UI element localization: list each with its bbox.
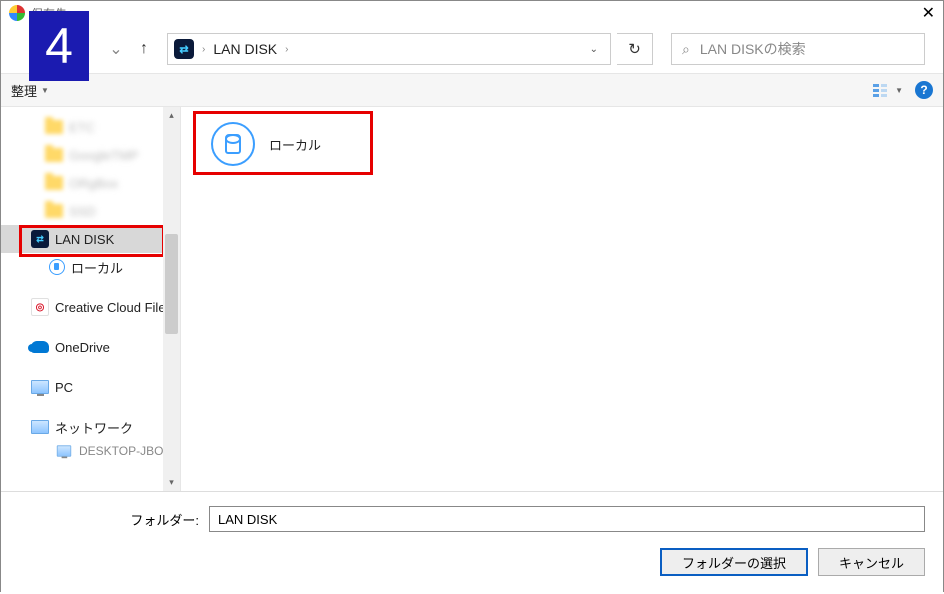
tree-label: Creative Cloud File bbox=[55, 300, 166, 315]
tree-item-pc[interactable]: PC bbox=[1, 373, 180, 401]
folder-icon bbox=[45, 176, 63, 190]
pc-icon bbox=[31, 380, 49, 394]
up-icon[interactable]: ↑ bbox=[133, 40, 155, 58]
tree-item-creativecloud[interactable]: ◎ Creative Cloud File bbox=[1, 293, 180, 321]
help-button[interactable]: ? bbox=[915, 81, 933, 99]
search-box[interactable]: ⌕ bbox=[671, 33, 925, 65]
tree-item[interactable]: SSD bbox=[1, 197, 180, 225]
folder-item-local[interactable]: ローカル bbox=[201, 117, 371, 171]
tree-label: LAN DISK bbox=[55, 232, 114, 247]
cancel-button[interactable]: キャンセル bbox=[818, 548, 925, 576]
view-dropdown-icon[interactable]: ▼ bbox=[895, 86, 903, 95]
tree-item-local[interactable]: ローカル bbox=[1, 253, 180, 281]
organize-button[interactable]: 整理 ▼ bbox=[11, 81, 49, 100]
creative-cloud-icon: ◎ bbox=[31, 298, 49, 316]
select-folder-button[interactable]: フォルダーの選択 bbox=[660, 548, 808, 576]
landisk-icon: ⇄ bbox=[31, 230, 49, 248]
folder-icon bbox=[45, 148, 63, 162]
folder-name-input[interactable] bbox=[209, 506, 925, 532]
tree-label: ローカル bbox=[71, 258, 123, 277]
help-icon: ? bbox=[920, 83, 927, 97]
step-badge: 4 bbox=[29, 11, 89, 81]
tree-scrollbar[interactable]: ▴ ▾ bbox=[163, 107, 180, 491]
search-icon: ⌕ bbox=[682, 41, 690, 58]
search-input[interactable] bbox=[700, 41, 914, 57]
tree-label: ネットワーク bbox=[55, 418, 133, 437]
scroll-up-icon[interactable]: ▴ bbox=[163, 107, 180, 124]
organize-label: 整理 bbox=[11, 81, 37, 100]
back-dropdown-icon[interactable]: ⌄ bbox=[105, 39, 127, 59]
tree-item-network[interactable]: ネットワーク bbox=[1, 413, 180, 441]
pc-icon bbox=[57, 445, 71, 456]
folder-icon bbox=[45, 204, 63, 218]
refresh-icon: ↻ bbox=[628, 40, 641, 58]
tree-item[interactable]: ORgBox bbox=[1, 169, 180, 197]
onedrive-icon bbox=[31, 341, 49, 353]
scroll-down-icon[interactable]: ▾ bbox=[163, 474, 180, 491]
nav-tree: ETC GoogleTMP ORgBox SSD ⇄LAN DISK ローカル … bbox=[1, 107, 181, 491]
tree-item-desktop[interactable]: DESKTOP-JBOTN bbox=[1, 441, 180, 461]
view-list-icon bbox=[872, 82, 888, 98]
tree-label: OneDrive bbox=[55, 340, 110, 355]
address-bar[interactable]: ⇄ › LAN DISK › ⌄ bbox=[167, 33, 611, 65]
landisk-icon: ⇄ bbox=[174, 39, 194, 59]
tree-item-landisk[interactable]: ⇄ LAN DISK bbox=[1, 225, 180, 253]
chevron-down-icon: ▼ bbox=[41, 86, 49, 95]
close-icon[interactable]: ✕ bbox=[922, 3, 935, 23]
breadcrumb-sep: › bbox=[202, 44, 205, 55]
app-icon bbox=[9, 5, 25, 21]
content-pane: ローカル bbox=[181, 107, 943, 491]
refresh-button[interactable]: ↻ bbox=[617, 33, 653, 65]
local-disk-icon bbox=[211, 122, 255, 166]
folder-label: ローカル bbox=[269, 135, 321, 154]
scroll-thumb[interactable] bbox=[165, 234, 178, 334]
view-mode-button[interactable] bbox=[869, 79, 891, 101]
tree-item[interactable]: ETC bbox=[1, 113, 180, 141]
breadcrumb-sep: › bbox=[285, 44, 288, 55]
network-icon bbox=[31, 420, 49, 434]
breadcrumb[interactable]: LAN DISK bbox=[213, 41, 277, 57]
tree-item[interactable]: GoogleTMP bbox=[1, 141, 180, 169]
folder-field-label: フォルダー: bbox=[19, 510, 199, 529]
address-dropdown-icon[interactable]: ⌄ bbox=[584, 44, 604, 55]
local-disk-icon bbox=[49, 259, 65, 275]
folder-icon bbox=[45, 120, 63, 134]
tree-item-onedrive[interactable]: OneDrive bbox=[1, 333, 180, 361]
tree-label: PC bbox=[55, 380, 73, 395]
